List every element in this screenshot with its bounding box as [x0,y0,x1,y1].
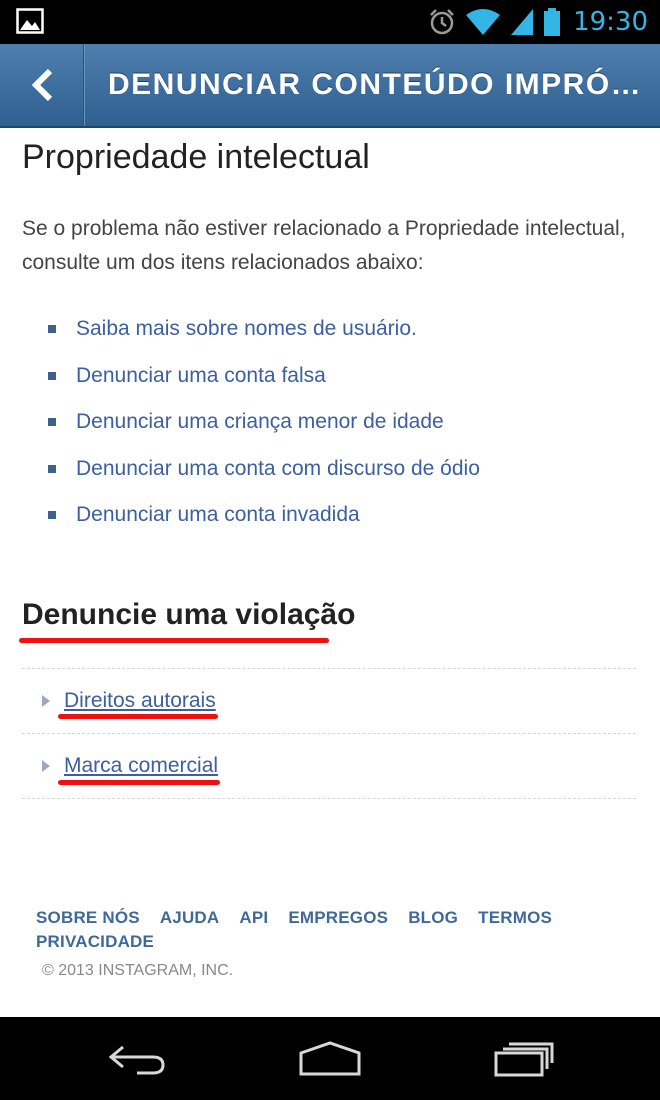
bullet-icon [48,418,56,427]
annotation-underline [19,638,329,643]
list-item: Denunciar uma conta falsa [48,353,480,400]
status-bar: 19:30 [0,0,660,44]
footer: SOBRE NÓS AJUDA API EMPREGOS BLOG TERMOS… [36,908,636,980]
alarm-icon [430,9,454,35]
wifi-icon [466,9,501,35]
battery-icon [544,8,561,36]
home-icon [299,1040,361,1075]
list-item: Denunciar uma criança menor de idade [48,399,480,446]
list-item: Denunciar uma conta com discurso de ódio [48,446,480,493]
recent-apps-icon [494,1042,554,1076]
footer-link-about[interactable]: SOBRE NÓS [36,908,140,928]
status-time: 19:30 [573,7,648,37]
bullet-icon [48,511,56,520]
nav-back-button[interactable] [78,1017,198,1100]
list-item: Denunciar uma conta invadida [48,492,480,539]
footer-link-privacy[interactable]: PRIVACIDADE [36,932,154,952]
copyright: © 2013 INSTAGRAM, INC. [42,962,234,979]
triangle-right-icon [42,695,50,707]
link-hacked-account[interactable]: Denunciar uma conta invadida [76,503,360,527]
trademark-link[interactable]: Marca comercial [64,754,218,778]
footer-links: SOBRE NÓS AJUDA API EMPREGOS BLOG TERMOS… [36,908,576,952]
app-header: DENUNCIAR CONTEÚDO IMPRÓPRIO [0,44,660,128]
divider [22,798,636,799]
list-item: Saiba mais sobre nomes de usuário. [48,306,480,353]
footer-link-help[interactable]: AJUDA [160,908,220,928]
footer-link-blog[interactable]: BLOG [408,908,458,928]
nav-bar [0,1017,660,1100]
nav-home-button[interactable] [270,1017,390,1100]
related-links-list: Saiba mais sobre nomes de usuário. Denun… [48,306,480,539]
triangle-right-icon [42,760,50,772]
copyright-link[interactable]: Direitos autorais [64,689,216,713]
chevron-left-icon [31,68,52,102]
link-underage-child[interactable]: Denunciar uma criança menor de idade [76,410,444,434]
footer-link-api[interactable]: API [239,908,268,928]
link-hate-speech[interactable]: Denunciar uma conta com discurso de ódio [76,457,480,481]
footer-link-terms[interactable]: TERMOS [478,908,552,928]
section-title: Denuncie uma violação [22,598,356,631]
back-arrow-icon [108,1045,165,1074]
gallery-icon [16,8,44,34]
nav-recent-apps-button[interactable] [464,1017,584,1100]
annotation-underline [58,714,218,719]
link-fake-account[interactable]: Denunciar uma conta falsa [76,364,326,388]
footer-link-jobs[interactable]: EMPREGOS [288,908,388,928]
link-usernames[interactable]: Saiba mais sobre nomes de usuário. [76,317,417,341]
violation-item-trademark[interactable]: Marca comercial [22,734,636,798]
bullet-icon [48,464,56,473]
bullet-icon [48,325,56,334]
header-title: DENUNCIAR CONTEÚDO IMPRÓPRIO [108,68,648,101]
violation-item-copyright[interactable]: Direitos autorais [22,669,636,733]
annotation-underline [58,780,220,785]
intro-text: Se o problema não estiver relacionado a … [22,217,626,274]
signal-icon [511,9,534,35]
back-button[interactable] [0,44,84,126]
bullet-icon [48,371,56,380]
page-title: Propriedade intelectual [22,138,370,176]
